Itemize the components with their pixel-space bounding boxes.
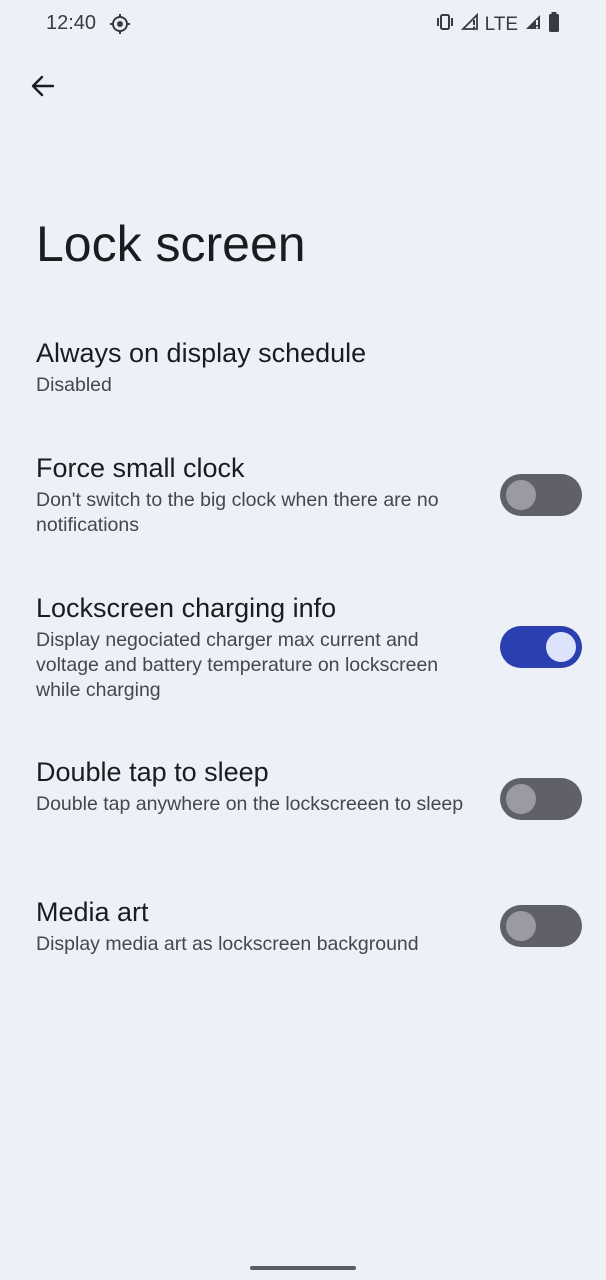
setting-double-tap-to-sleep[interactable]: Double tap to sleep Double tap anywhere … — [36, 755, 582, 820]
double-tap-to-sleep-toggle[interactable] — [500, 778, 582, 820]
toggle-knob — [506, 480, 536, 510]
signal-icon — [524, 13, 542, 36]
media-art-toggle[interactable] — [500, 905, 582, 947]
lockscreen-charging-info-toggle[interactable] — [500, 626, 582, 668]
setting-summary: Disabled — [36, 374, 112, 396]
status-bar: 12:40 LTE — [0, 0, 606, 50]
status-time: 12:40 — [46, 12, 97, 34]
setting-summary: Display negociated charger max current a… — [36, 629, 439, 701]
toggle-knob — [506, 784, 536, 814]
setting-force-small-clock[interactable]: Force small clock Don't switch to the bi… — [36, 451, 582, 538]
setting-summary: Don't switch to the big clock when there… — [36, 489, 439, 536]
setting-title: Always on display schedule — [36, 338, 367, 368]
setting-always-on-display-schedule[interactable]: Always on display schedule Disabled — [36, 336, 576, 398]
setting-summary: Double tap anywhere on the lockscreeen t… — [36, 793, 464, 815]
setting-title: Force small clock — [36, 453, 245, 483]
toggle-knob — [506, 911, 536, 941]
setting-title: Double tap to sleep — [36, 757, 269, 787]
arrow-back-icon — [29, 74, 55, 103]
setting-media-art[interactable]: Media art Display media art as lockscree… — [36, 895, 582, 957]
home-indicator[interactable] — [250, 1266, 356, 1270]
setting-summary: Display media art as lockscreen backgrou… — [36, 933, 419, 955]
battery-icon — [548, 12, 560, 37]
network-type: LTE — [484, 13, 518, 35]
toggle-knob — [546, 632, 576, 662]
setting-lockscreen-charging-info[interactable]: Lockscreen charging info Display negocia… — [36, 591, 582, 703]
status-icons: LTE — [435, 12, 560, 37]
vibrate-icon — [435, 13, 455, 36]
signal-icon — [460, 12, 479, 36]
setting-title: Lockscreen charging info — [36, 593, 337, 623]
settings-icon — [110, 14, 130, 34]
back-button[interactable] — [22, 68, 62, 108]
force-small-clock-toggle[interactable] — [500, 474, 582, 516]
page-title: Lock screen — [36, 216, 306, 272]
setting-title: Media art — [36, 897, 149, 927]
